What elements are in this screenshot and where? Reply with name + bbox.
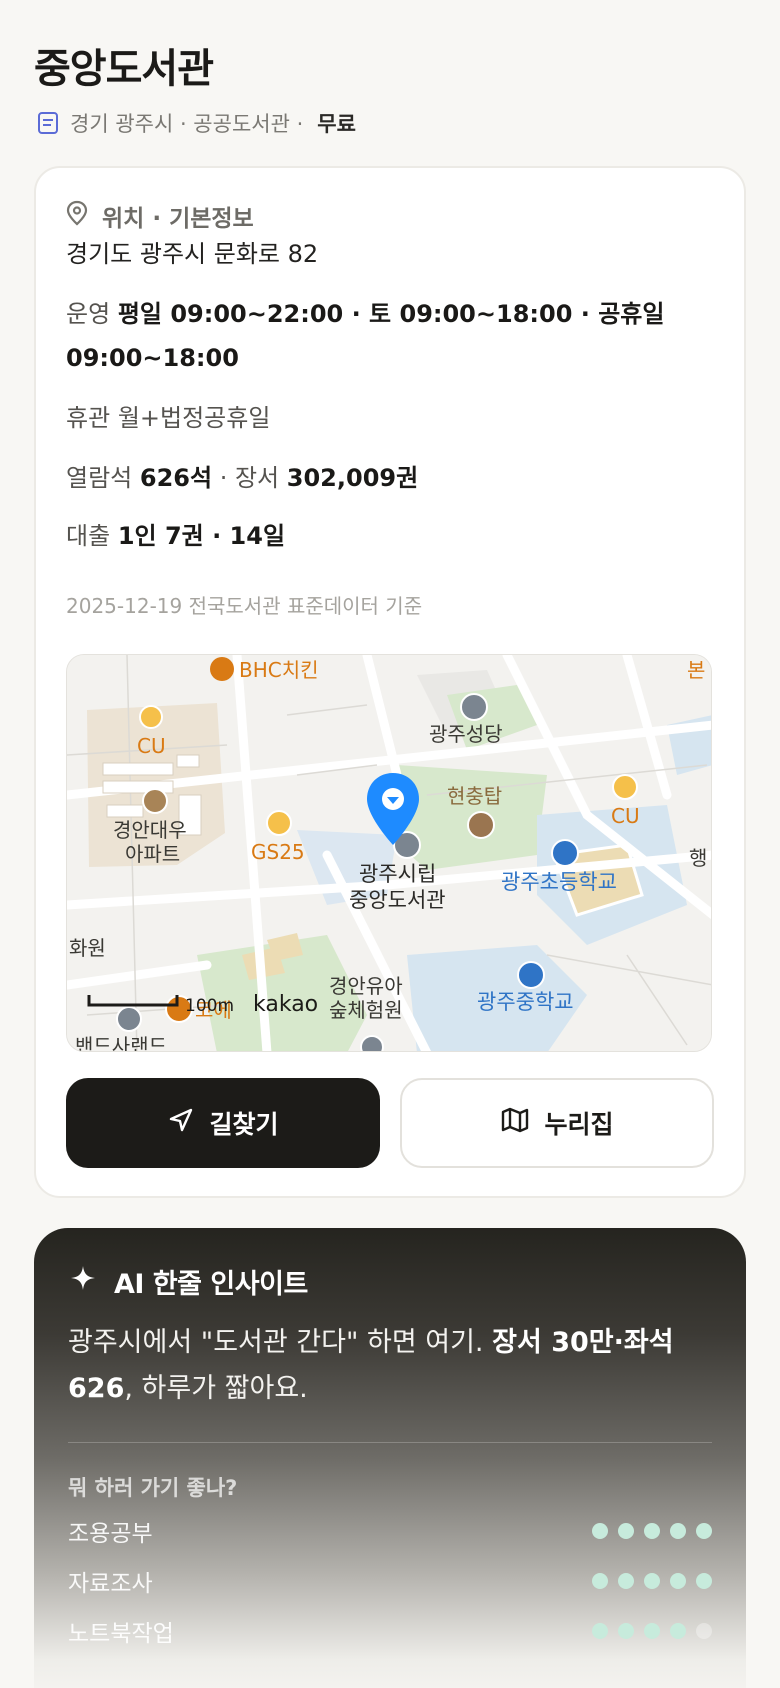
seats-value: 626석 <box>139 464 213 492</box>
rating-dot-filled <box>696 1573 712 1589</box>
rating-dot-filled <box>618 1523 634 1539</box>
rating-dots <box>592 1623 712 1639</box>
rating-dot-filled <box>644 1623 660 1639</box>
rating-label: 노트북작업 <box>68 1621 174 1647</box>
loan-label: 대출 <box>66 522 111 550</box>
capacity-line: 열람석 626석 · 장서 302,009권 <box>66 456 706 500</box>
hours-value-holiday: 09:00~18:00 <box>66 344 239 372</box>
rating-dot-filled <box>670 1623 686 1639</box>
map-label-haeng: 행 <box>689 846 707 870</box>
ai-text-bold-2: 626 <box>68 1373 125 1404</box>
location-map[interactable]: BHC치킨 CU 경안대우 아파트 GS25 광주성당 현충탑 CU 본 행 광… <box>66 654 712 1052</box>
map-label-library2: 중앙도서관 <box>349 888 446 912</box>
map-label-monument: 현충탑 <box>447 784 502 808</box>
rating-row: 노트북작업 <box>68 1614 712 1648</box>
map-label-library1: 광주시립 <box>359 862 436 886</box>
rating-dot-filled <box>670 1523 686 1539</box>
hours-line: 운영 평일 09:00~22:00 · 토 09:00~18:00 · 공휴일 … <box>66 292 706 380</box>
map-label-cu-right: CU <box>611 804 640 828</box>
ai-divider <box>68 1442 712 1443</box>
address-line: 경기도 광주시 문화로 82 <box>66 240 319 268</box>
map-label-church: 광주성당 <box>429 722 503 746</box>
rating-dot-filled <box>670 1573 686 1589</box>
rating-dot-filled <box>696 1523 712 1539</box>
rating-row: 조용공부 <box>68 1514 712 1548</box>
map-label-hwawon: 화원 <box>69 936 106 960</box>
seats-label: 열람석 <box>66 464 133 492</box>
info-card-heading: 위치 · 기본정보 <box>66 200 254 232</box>
map-label-apt2: 아파트 <box>125 842 180 866</box>
rating-dot-filled <box>618 1623 634 1639</box>
info-card: 위치 · 기본정보 경기도 광주시 문화로 82 운영 평일 09:00~22:… <box>34 166 746 1198</box>
sparkle-icon <box>70 1265 96 1298</box>
closed-line: 휴관 월+법정공휴일 <box>66 396 706 440</box>
directions-label: 길찾기 <box>209 1110 279 1139</box>
rating-dots <box>592 1523 712 1539</box>
rating-dot-filled <box>592 1623 608 1639</box>
ai-insight-heading: AI 한줄 인사이트 <box>70 1262 308 1301</box>
map-label-apt1: 경안대우 <box>113 818 187 842</box>
ai-question: 뭐 하러 가기 좋나? <box>68 1476 238 1500</box>
ai-text-plain-2: , 하루가 짧아요. <box>124 1373 308 1404</box>
books-label: · 장서 <box>219 464 280 492</box>
rating-dot-filled <box>618 1573 634 1589</box>
hours-label: 운영 <box>66 300 111 328</box>
library-meta-text: 경기 광주시 · 공공도서관 · <box>70 112 304 136</box>
closed-value: 월+법정공휴일 <box>117 404 271 432</box>
map-label-forest2: 숲체험원 <box>329 998 403 1022</box>
loan-line: 대출 1인 7권 · 14일 <box>66 514 706 558</box>
hours-value: 평일 09:00~22:00 · 토 09:00~18:00 · 공휴일 <box>117 300 665 328</box>
library-meta: 경기 광주시 · 공공도서관 · 무료 <box>36 106 356 140</box>
map-label-bhc: BHC치킨 <box>239 658 319 682</box>
rating-dot-filled <box>644 1573 660 1589</box>
rating-dot-empty <box>696 1623 712 1639</box>
map-icon <box>500 1106 530 1140</box>
navigation-arrow-icon <box>167 1106 195 1140</box>
ai-insight-text: 광주시에서 "도서관 간다" 하면 여기. 장서 30만·좌석 626, 하루가… <box>68 1320 718 1412</box>
map-label-bon: 본 <box>687 658 705 682</box>
location-pin-icon <box>66 200 88 232</box>
rating-dots <box>592 1573 712 1589</box>
rating-label: 자료조사 <box>68 1571 153 1597</box>
map-label-bottom-left: 밴드사랜드 <box>75 1034 167 1052</box>
data-source-note: 2025-12-19 전국도서관 표준데이터 기준 <box>66 594 423 618</box>
ai-insight-card: AI 한줄 인사이트 광주시에서 "도서관 간다" 하면 여기. 장서 30만·… <box>34 1228 746 1688</box>
map-label-forest1: 경안유아 <box>329 974 403 998</box>
map-label-middle: 광주중학교 <box>477 990 574 1014</box>
map-scale: 100m <box>185 996 234 1016</box>
rating-dot-filled <box>592 1523 608 1539</box>
page-title: 중앙도서관 <box>34 46 214 92</box>
closed-label: 휴관 <box>66 404 111 432</box>
loan-value: 1인 7권 · 14일 <box>117 522 286 550</box>
ai-insight-title: AI 한줄 인사이트 <box>114 1269 308 1300</box>
rating-row: 자료조사 <box>68 1564 712 1598</box>
homepage-label: 누리집 <box>544 1110 614 1139</box>
rating-dot-filled <box>644 1523 660 1539</box>
ai-text-bold-1: 장서 30만·좌석 <box>492 1327 674 1358</box>
rating-label: 조용공부 <box>68 1521 153 1547</box>
library-detail-page: 중앙도서관 경기 광주시 · 공공도서관 · 무료 위치 · 기본정보 경기도 … <box>0 0 780 1688</box>
map-label-cu-left: CU <box>137 734 166 758</box>
books-value: 302,009권 <box>286 464 419 492</box>
map-brand: kakao <box>253 992 318 1017</box>
ai-text-plain-1: 광주시에서 "도서관 간다" 하면 여기. <box>68 1327 484 1358</box>
map-label-elementary: 광주초등학교 <box>501 870 617 894</box>
info-card-title: 위치 · 기본정보 <box>102 206 254 232</box>
directions-button[interactable]: 길찾기 <box>66 1078 380 1168</box>
document-icon <box>36 111 60 135</box>
map-label-gs25: GS25 <box>251 840 305 864</box>
fee-label: 무료 <box>317 112 356 136</box>
homepage-button[interactable]: 누리집 <box>400 1078 714 1168</box>
rating-dot-filled <box>592 1573 608 1589</box>
